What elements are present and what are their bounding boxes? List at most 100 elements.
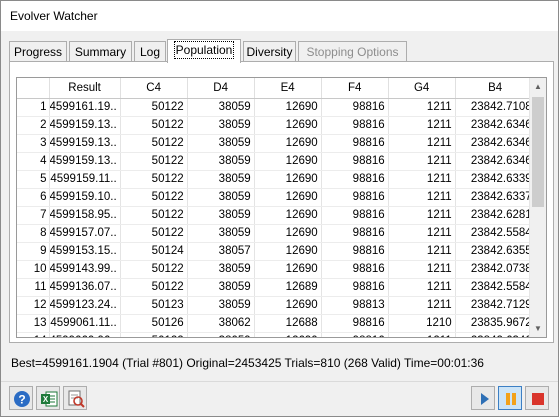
table-cell[interactable]: 23842.6355 bbox=[455, 242, 536, 261]
table-row[interactable]: 5 4599159.11.. 50122 38059 12690 98816 1211 238… bbox=[17, 170, 536, 189]
tab-progress[interactable]: Progress bbox=[9, 41, 67, 62]
table-cell[interactable]: 1211 bbox=[388, 134, 456, 153]
table-cell[interactable]: 12688 bbox=[254, 314, 322, 333]
table-cell[interactable]: 4599159.10.. bbox=[49, 188, 121, 207]
column-header-b4[interactable]: B4 bbox=[455, 78, 536, 99]
table-cell[interactable]: 1211 bbox=[388, 296, 456, 315]
table-cell[interactable]: 50122 bbox=[120, 134, 188, 153]
table-cell[interactable]: 23842.7129 bbox=[455, 296, 536, 315]
table-cell[interactable]: 38059 bbox=[187, 296, 255, 315]
table-cell[interactable]: 38059 bbox=[187, 152, 255, 171]
tab-summary[interactable]: Summary bbox=[69, 41, 132, 62]
table-row[interactable]: 7 4599158.95.. 50122 38059 12690 98816 1211 238… bbox=[17, 206, 536, 225]
table-cell[interactable]: 23842.6346 bbox=[455, 152, 536, 171]
table-cell[interactable]: 98816 bbox=[321, 170, 389, 189]
table-cell[interactable]: 38059 bbox=[187, 134, 255, 153]
table-cell[interactable]: 38059 bbox=[187, 206, 255, 225]
table-cell[interactable]: 1211 bbox=[388, 98, 456, 117]
table-cell[interactable]: 98816 bbox=[321, 188, 389, 207]
table-cell[interactable]: 4599123.24.. bbox=[49, 296, 121, 315]
column-header-result[interactable]: Result bbox=[49, 78, 121, 99]
table-row[interactable]: 1 4599161.19.. 50122 38059 12690 98816 1211 238… bbox=[17, 98, 536, 117]
table-cell[interactable]: 38059 bbox=[187, 116, 255, 135]
table-cell[interactable]: 50124 bbox=[120, 242, 188, 261]
table-cell[interactable]: 12690 bbox=[254, 242, 322, 261]
population-grid[interactable]: Result C4 D4 E4 F4 G4 B4 1 4599161.19.. 50… bbox=[16, 77, 547, 338]
table-row[interactable]: 12 4599123.24.. 50123 38059 12690 98813 1211 23… bbox=[17, 296, 536, 315]
table-cell[interactable]: 1211 bbox=[388, 332, 456, 337]
column-header-e4[interactable]: E4 bbox=[254, 78, 322, 99]
table-cell[interactable]: 4599159.13.. bbox=[49, 116, 121, 135]
table-cell[interactable]: 23842.6346 bbox=[455, 134, 536, 153]
table-cell[interactable]: 50122 bbox=[120, 224, 188, 243]
table-cell[interactable]: 98816 bbox=[321, 134, 389, 153]
table-cell[interactable]: 4599153.15.. bbox=[49, 242, 121, 261]
stop-button[interactable] bbox=[525, 386, 549, 410]
table-cell[interactable]: 50122 bbox=[120, 116, 188, 135]
scroll-down-arrow-icon[interactable]: ▼ bbox=[530, 320, 546, 337]
table-row[interactable]: 144599060.96..50122380591269098816121123… bbox=[17, 332, 536, 337]
table-cell[interactable]: 98816 bbox=[321, 98, 389, 117]
column-header-f4[interactable]: F4 bbox=[321, 78, 389, 99]
scroll-up-arrow-icon[interactable]: ▲ bbox=[530, 78, 546, 95]
table-cell[interactable]: 23842.5584 bbox=[455, 278, 536, 297]
table-cell[interactable]: 1211 bbox=[388, 242, 456, 261]
table-cell[interactable]: 12690 bbox=[254, 152, 322, 171]
pause-button[interactable] bbox=[498, 386, 522, 410]
tab-diversity[interactable]: Diversity bbox=[243, 41, 296, 62]
table-cell[interactable]: 4599159.11.. bbox=[49, 170, 121, 189]
column-header-d4[interactable]: D4 bbox=[187, 78, 255, 99]
table-cell[interactable]: 98816 bbox=[321, 152, 389, 171]
table-cell[interactable]: 23842.6346 bbox=[455, 332, 536, 337]
table-cell[interactable]: 50122 bbox=[120, 152, 188, 171]
table-cell[interactable]: 38062 bbox=[187, 314, 255, 333]
table-cell[interactable]: 98816 bbox=[321, 260, 389, 279]
table-cell[interactable]: 98816 bbox=[321, 206, 389, 225]
tab-population[interactable]: Population bbox=[167, 39, 241, 63]
table-cell[interactable]: 38059 bbox=[187, 98, 255, 117]
play-button[interactable] bbox=[471, 386, 495, 410]
table-cell[interactable]: 4599136.07.. bbox=[49, 278, 121, 297]
table-cell[interactable]: 50122 bbox=[120, 170, 188, 189]
table-cell[interactable]: 23842.6339 bbox=[455, 170, 536, 189]
table-cell[interactable]: 1211 bbox=[388, 152, 456, 171]
table-cell[interactable]: 50122 bbox=[120, 188, 188, 207]
table-cell[interactable]: 4599158.95.. bbox=[49, 206, 121, 225]
table-cell[interactable]: 98813 bbox=[321, 296, 389, 315]
table-cell[interactable]: 50126 bbox=[120, 314, 188, 333]
table-cell[interactable]: 98816 bbox=[321, 332, 389, 337]
table-cell[interactable]: 12690 bbox=[254, 134, 322, 153]
table-cell[interactable]: 1211 bbox=[388, 170, 456, 189]
help-button[interactable]: ? bbox=[9, 386, 33, 410]
table-cell[interactable]: 12690 bbox=[254, 224, 322, 243]
table-row[interactable]: 2 4599159.13.. 50122 38059 12690 98816 1211 238… bbox=[17, 116, 536, 135]
table-cell[interactable]: 98816 bbox=[321, 116, 389, 135]
table-cell[interactable]: 12690 bbox=[254, 188, 322, 207]
table-cell[interactable]: 38059 bbox=[187, 188, 255, 207]
export-excel-button[interactable]: X bbox=[36, 386, 60, 410]
table-cell[interactable]: 23842.6281 bbox=[455, 206, 536, 225]
report-button[interactable] bbox=[63, 386, 87, 410]
vertical-scrollbar[interactable]: ▲ ▼ bbox=[529, 78, 546, 337]
table-cell[interactable]: 4599143.99.. bbox=[49, 260, 121, 279]
table-cell[interactable]: 38059 bbox=[187, 332, 255, 337]
table-cell[interactable]: 4599161.19.. bbox=[49, 98, 121, 117]
table-cell[interactable]: 1211 bbox=[388, 278, 456, 297]
table-row[interactable]: 4 4599159.13.. 50122 38059 12690 98816 1211 238… bbox=[17, 152, 536, 171]
table-cell[interactable]: 38059 bbox=[187, 278, 255, 297]
table-row[interactable]: 9 4599153.15.. 50124 38057 12690 98816 1211 238… bbox=[17, 242, 536, 261]
table-cell[interactable]: 12690 bbox=[254, 296, 322, 315]
column-header-g4[interactable]: G4 bbox=[388, 78, 456, 99]
table-cell[interactable]: 12690 bbox=[254, 260, 322, 279]
table-cell[interactable]: 23842.7108 bbox=[455, 98, 536, 117]
tab-log[interactable]: Log bbox=[134, 41, 166, 62]
table-cell[interactable]: 23842.6337 bbox=[455, 188, 536, 207]
table-row[interactable]: 11 4599136.07.. 50122 38059 12689 98816 1211 23… bbox=[17, 278, 536, 297]
table-cell[interactable]: 4599159.13.. bbox=[49, 152, 121, 171]
table-cell[interactable]: 50122 bbox=[120, 98, 188, 117]
table-row[interactable]: 10 4599143.99.. 50122 38059 12690 98816 1211 23… bbox=[17, 260, 536, 279]
table-cell[interactable]: 1211 bbox=[388, 116, 456, 135]
table-cell[interactable]: 98816 bbox=[321, 224, 389, 243]
table-cell[interactable]: 38059 bbox=[187, 224, 255, 243]
table-row[interactable]: 3 4599159.13.. 50122 38059 12690 98816 1211 238… bbox=[17, 134, 536, 153]
